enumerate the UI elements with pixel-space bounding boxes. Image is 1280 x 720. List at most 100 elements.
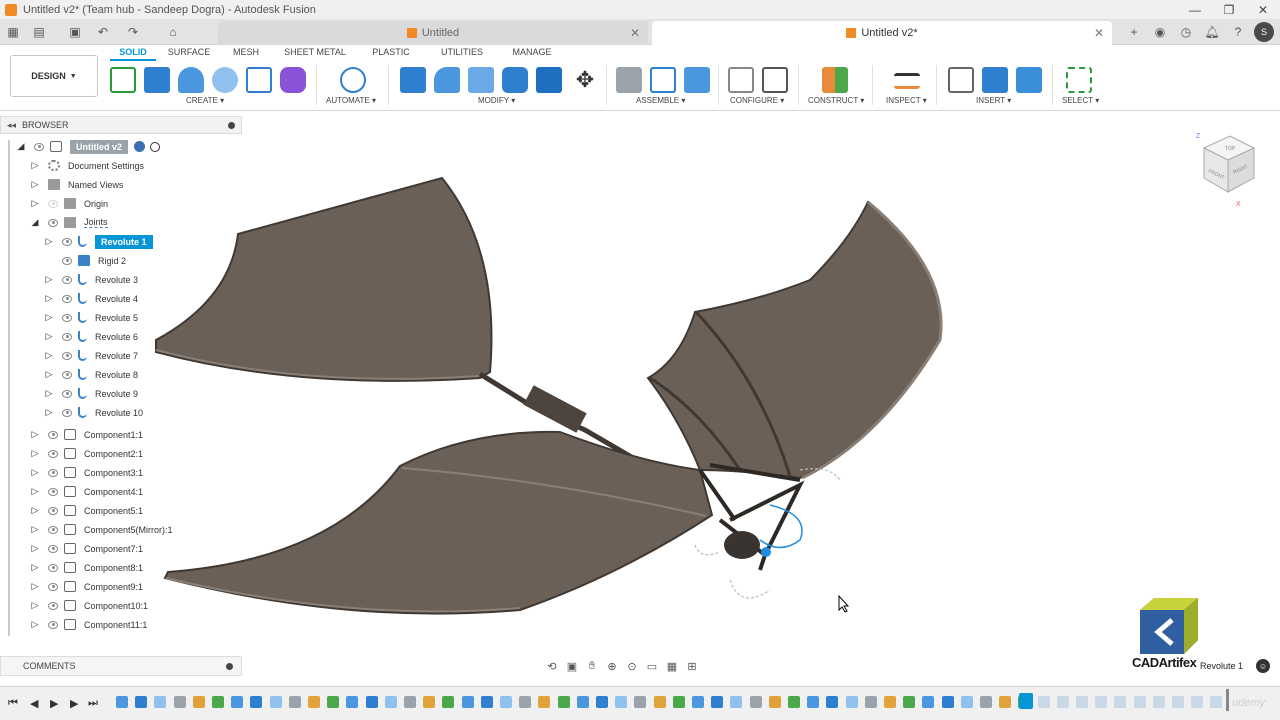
configure-table-icon[interactable] <box>762 67 788 93</box>
expand-triangle-icon[interactable]: ▷ <box>30 198 40 209</box>
tree-item[interactable]: ▷ Revolute 6 <box>44 327 138 346</box>
timeline-feature-icon[interactable] <box>884 696 896 708</box>
timeline-feature-icon[interactable] <box>711 696 724 708</box>
create-sketch-icon[interactable] <box>110 67 136 93</box>
new-component-icon[interactable] <box>650 67 676 93</box>
timeline-feature-icon[interactable] <box>365 696 378 708</box>
timeline-marker[interactable] <box>1226 689 1229 711</box>
file-menu-icon[interactable]: ▤ <box>30 23 48 41</box>
timeline-feature-icon[interactable] <box>461 696 474 708</box>
timeline-feature-icon[interactable] <box>1095 696 1108 708</box>
timeline-feature-icon[interactable] <box>845 696 858 708</box>
user-avatar[interactable]: S <box>1254 22 1274 42</box>
tab-sheet-metal[interactable]: SHEET METAL <box>270 47 360 61</box>
pan-icon[interactable]: ✋︎ <box>585 659 599 673</box>
viewports-icon[interactable]: ⊞ <box>685 659 699 673</box>
expand-triangle-icon[interactable]: ▷ <box>44 312 54 323</box>
expand-triangle-icon[interactable]: ▷ <box>44 293 54 304</box>
comments-options-icon[interactable] <box>226 663 233 670</box>
left-lower-wing[interactable] <box>163 430 714 615</box>
close-icon[interactable]: ✕ <box>1246 0 1280 19</box>
visibility-eye-icon[interactable] <box>48 468 58 477</box>
right-wing[interactable] <box>646 200 942 480</box>
expand-triangle-icon[interactable]: ▷ <box>44 236 54 247</box>
tree-item[interactable]: ▷ Component11:1 <box>30 615 147 634</box>
timeline-feature-icon[interactable] <box>1152 696 1165 708</box>
design-canvas[interactable]: TOP FRONT RIGHT Z X <box>0 111 1280 686</box>
app-grid-icon[interactable]: ▦ <box>4 23 22 41</box>
tree-item[interactable]: ▷ Document Settings <box>30 156 144 175</box>
visibility-eye-icon[interactable] <box>62 275 72 284</box>
fillet-icon[interactable] <box>434 67 460 93</box>
timeline-feature-icon[interactable] <box>1133 696 1146 708</box>
select-icon[interactable] <box>1066 67 1092 93</box>
timeline-feature-icon[interactable] <box>788 696 800 708</box>
timeline-feature-icon[interactable] <box>500 696 512 708</box>
collapse-triangle-icon[interactable]: ◢ <box>16 141 26 152</box>
visibility-eye-icon[interactable] <box>62 351 72 360</box>
tree-item[interactable]: ▷ Component4:1 <box>30 482 143 501</box>
timeline-start-icon[interactable]: ⏮ <box>8 697 18 710</box>
timeline-feature-icon[interactable] <box>1056 696 1069 708</box>
visibility-eye-icon[interactable] <box>62 256 72 265</box>
tree-item[interactable]: ▷ Component5:1 <box>30 501 143 520</box>
timeline-feature-icon[interactable] <box>980 696 992 708</box>
timeline-feature-icon[interactable] <box>538 696 551 708</box>
left-upper-wing[interactable] <box>155 176 493 382</box>
tree-item[interactable]: ▷ Component2:1 <box>30 444 143 463</box>
tab-mesh[interactable]: MESH <box>222 47 270 61</box>
tree-item[interactable]: Rigid 2 <box>54 251 126 270</box>
timeline-feature-icon[interactable] <box>308 696 320 708</box>
comments-panel[interactable]: COMMENTS <box>0 656 242 676</box>
expand-triangle-icon[interactable]: ▷ <box>30 160 40 171</box>
expand-triangle-icon[interactable]: ▷ <box>30 600 40 611</box>
expand-triangle-icon[interactable]: ▷ <box>30 467 40 478</box>
timeline-feature-icon[interactable] <box>1210 696 1223 708</box>
visibility-eye-icon[interactable] <box>48 506 58 515</box>
timeline-feature-icon[interactable] <box>212 696 224 708</box>
expand-triangle-icon[interactable]: ▷ <box>30 581 40 592</box>
timeline-feature-icon[interactable] <box>519 696 532 708</box>
expand-triangle-icon[interactable]: ▷ <box>30 448 40 459</box>
joint-origin-marker[interactable] <box>761 547 771 557</box>
move-icon[interactable]: ✥ <box>572 67 598 93</box>
tree-item[interactable]: ▷ Component3:1 <box>30 463 143 482</box>
timeline-track[interactable] <box>110 693 1240 713</box>
timeline-feature-icon[interactable] <box>480 696 493 708</box>
visibility-eye-icon[interactable] <box>62 370 72 379</box>
expand-triangle-icon[interactable]: ▷ <box>30 429 40 440</box>
timeline-previous-icon[interactable]: ◀ <box>30 697 38 710</box>
hole-icon[interactable] <box>212 67 238 93</box>
activate-icon[interactable] <box>134 141 146 152</box>
timeline-current-feature[interactable] <box>1019 693 1033 709</box>
visibility-eye-icon[interactable] <box>62 294 72 303</box>
timeline-feature-icon[interactable] <box>576 696 589 708</box>
fit-icon[interactable]: ⊙ <box>625 659 639 673</box>
timeline-feature-icon[interactable] <box>672 696 685 708</box>
tree-item[interactable]: ▷ Component7:1 <box>30 539 143 558</box>
help-icon[interactable]: ? <box>1228 22 1248 42</box>
display-settings-icon[interactable]: ▭ <box>645 659 659 673</box>
home-icon[interactable]: ⌂ <box>164 23 182 41</box>
timeline-feature-icon[interactable] <box>327 696 340 708</box>
visibility-eye-icon[interactable] <box>48 430 58 439</box>
timeline-feature-icon[interactable] <box>960 696 973 708</box>
viewcube[interactable]: TOP FRONT RIGHT Z X <box>1192 128 1264 208</box>
timeline-play-icon[interactable]: ▶ <box>50 697 58 710</box>
tree-item[interactable]: ▷ Component10:1 <box>30 596 148 615</box>
timeline-feature-icon[interactable] <box>1076 696 1088 708</box>
timeline-feature-icon[interactable] <box>346 696 359 708</box>
visibility-eye-icon[interactable] <box>62 408 72 417</box>
timeline-feature-icon[interactable] <box>154 696 167 708</box>
timeline-feature-icon[interactable] <box>135 696 148 708</box>
timeline-feature-icon[interactable] <box>250 696 263 708</box>
workspace-switcher[interactable]: DESIGN ▼ <box>10 55 98 97</box>
timeline-feature-icon[interactable] <box>864 696 877 708</box>
expand-triangle-icon[interactable]: ▷ <box>30 543 40 554</box>
timeline-feature-icon[interactable] <box>653 696 666 708</box>
timeline-feature-icon[interactable] <box>557 696 570 708</box>
create-menu[interactable]: CREATE ▾ <box>186 96 224 105</box>
tree-item[interactable]: ▷ Named Views <box>30 175 123 194</box>
tree-item[interactable]: ▷ Revolute 3 <box>44 270 138 289</box>
tree-item[interactable]: ▷ Component1:1 <box>30 425 143 444</box>
